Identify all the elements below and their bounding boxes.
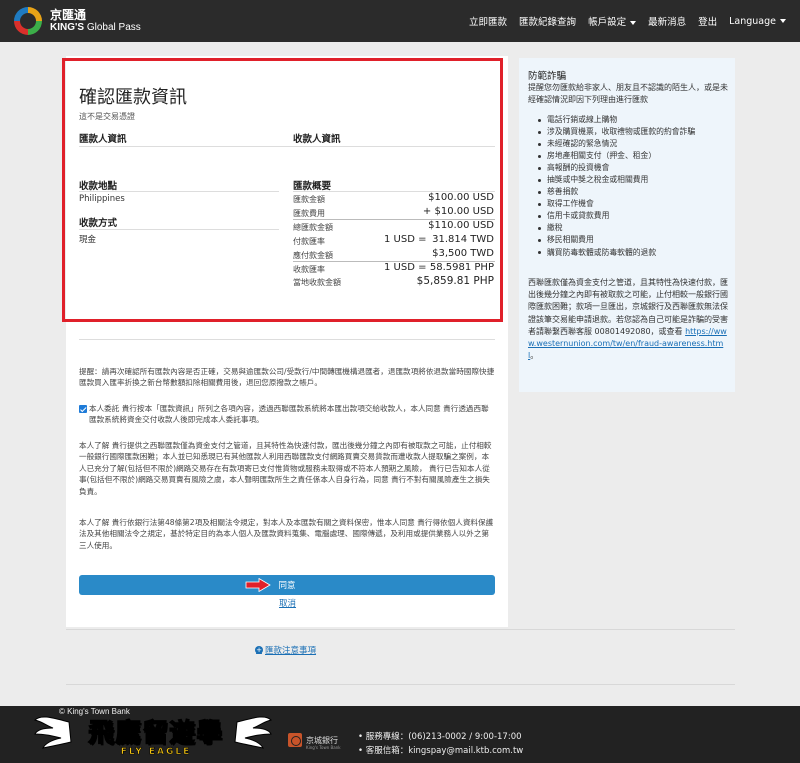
location-heading: 收款地點 <box>79 181 118 192</box>
list-item: 電話行銷或線上購物 <box>537 114 727 126</box>
divider <box>79 229 279 230</box>
list-item: 繳稅 <box>537 222 727 234</box>
list-item: 購買防毒軟體或防毒軟體的退款 <box>537 247 727 259</box>
watermark-subtext: FLY EAGLE <box>120 747 192 758</box>
summary-row-label: 應付款金額 <box>293 251 333 260</box>
agree-button[interactable]: 同意 <box>79 575 495 595</box>
page-subtitle: 這不是交易憑證 <box>79 112 135 121</box>
summary-row-label: 收款匯率 <box>293 265 325 274</box>
consent-checkbox[interactable] <box>79 405 87 413</box>
list-item: 高報酬的投資機會 <box>537 162 727 174</box>
fraud-warning-intro: 提醒您勿匯款給非家人、朋友且不認識的陌生人，或是未經確認情況即因下列理由進行匯款 <box>528 83 728 105</box>
nav-news[interactable]: 最新消息 <box>648 14 686 28</box>
brand-name-cn: 京匯通 <box>50 7 87 22</box>
nav-logout[interactable]: 登出 <box>698 14 717 28</box>
divider <box>66 629 735 630</box>
summary-row-value: + $10.00 USD <box>422 206 494 217</box>
brand-name-en: KING'S Global Pass <box>50 22 141 34</box>
service-email: • 客服信箱：kingspay@mail.ktb.com.tw <box>358 746 524 756</box>
method-heading: 收款方式 <box>79 218 118 229</box>
summary-row-value: $5,859.81 PHP <box>416 275 494 287</box>
summary-row-rate-prefix: 1 USD = <box>384 234 427 245</box>
navbar: 京匯通 KING'S Global Pass 立即匯款 匯款紀錄查詢 帳戶設定 … <box>0 0 800 42</box>
logo-ring-icon <box>14 7 42 35</box>
remitter-info-heading: 匯款人資訊 <box>79 134 127 145</box>
service-hotline: • 服務專線：(06)213-0002 / 9:00-17:00 <box>358 732 522 742</box>
list-item: 慈善捐款 <box>537 186 727 198</box>
fraud-reason-list: 電話行銷或線上購物 涉及購買機票，收取禮物或匯款的約會詐騙 未經確認的緊急情況 … <box>537 114 727 259</box>
summary-row-label: 付款匯率 <box>293 237 325 246</box>
bank-logo: 京城銀行 King's Town Bank <box>288 733 341 750</box>
summary-row-value: 31.814 TWD <box>432 234 494 245</box>
list-item: 未經確認的緊急情況 <box>537 138 727 150</box>
privacy-text: 本人了解 貴行依銀行法第48條第2項及相關法令規定，對本人及本匯款有關之資料保密… <box>79 518 494 550</box>
refund-reminder-text: 提醒：請再次確認所有匯款內容是否正確，交易與逾匯款公司/受款行/中間轉匯機構退匯… <box>79 367 495 388</box>
page-title: 確認匯款資訊 <box>79 87 187 108</box>
summary-row-value: $110.00 USD <box>428 220 494 231</box>
payee-info-heading: 收款人資訊 <box>293 134 341 145</box>
watermark-logo: 飛鷹留遊學 FLY EAGLE <box>33 712 273 763</box>
nav-remit-now[interactable]: 立即匯款 <box>469 14 507 28</box>
list-item: 信用卡或貸款費用 <box>537 210 727 222</box>
nav-links: 立即匯款 匯款紀錄查詢 帳戶設定 最新消息 登出 Language <box>469 0 786 42</box>
divider <box>79 339 495 340</box>
divider <box>79 146 495 147</box>
plus-circle-icon: + <box>255 646 263 654</box>
remittance-notes-link[interactable]: + 匯款注意事項 <box>255 644 316 656</box>
list-item: 涉及購買機票，收取禮物或匯款的約會詐騙 <box>537 126 727 138</box>
method-value: 現金 <box>79 235 97 245</box>
location-value: Philippines <box>79 194 125 204</box>
disclaimer-text: 本人了解 貴行提供之西聯匯款僅為資金支付之管道，且其特性為快速付款，匯出後幾分鐘… <box>79 441 492 496</box>
list-item: 房地產相關支付（押金、租金） <box>537 150 727 162</box>
fraud-warning-body: 西聯匯款僅為資金支付之管道，且其特性為快速付款，匯出後幾分鐘之內即有被取款之可能… <box>528 278 728 361</box>
nav-language[interactable]: Language <box>729 16 786 27</box>
summary-row-label: 總匯款金額 <box>293 223 333 232</box>
bank-logo-icon <box>288 733 302 747</box>
divider <box>79 191 279 192</box>
brand-logo[interactable]: 京匯通 KING'S Global Pass <box>14 7 141 35</box>
summary-row-value: $3,500 TWD <box>432 248 494 259</box>
fraud-warning-title: 防範詐騙 <box>528 71 567 82</box>
nav-account-settings[interactable]: 帳戶設定 <box>588 14 637 28</box>
summary-row-label: 匯款費用 <box>293 209 325 218</box>
nav-history[interactable]: 匯款紀錄查詢 <box>519 14 576 28</box>
summary-row-label: 當地收款金額 <box>293 278 341 287</box>
summary-row-value: $100.00 USD <box>428 192 494 203</box>
list-item: 抽獎或中獎之稅金或相關費用 <box>537 174 727 186</box>
summary-row-rate-prefix: 1 USD = <box>384 262 427 273</box>
cancel-link[interactable]: 取消 <box>279 597 296 609</box>
list-item: 移民相關費用 <box>537 234 727 246</box>
list-item: 取得工作機會 <box>537 198 727 210</box>
consent-text: 本人委託 貴行按本「匯款資訊」所列之各項內容，透過西聯匯款系統將本匯出款項交給收… <box>89 404 489 425</box>
summary-row-value: 58.5981 PHP <box>429 262 494 273</box>
summary-row-label: 匯款金額 <box>293 195 325 204</box>
summary-heading: 匯款概要 <box>293 181 332 192</box>
watermark-text: 飛鷹留遊學 <box>88 717 224 748</box>
chevron-down-icon <box>630 20 637 25</box>
red-arrow-icon <box>245 578 271 592</box>
chevron-down-icon <box>780 19 786 23</box>
divider <box>66 684 735 685</box>
